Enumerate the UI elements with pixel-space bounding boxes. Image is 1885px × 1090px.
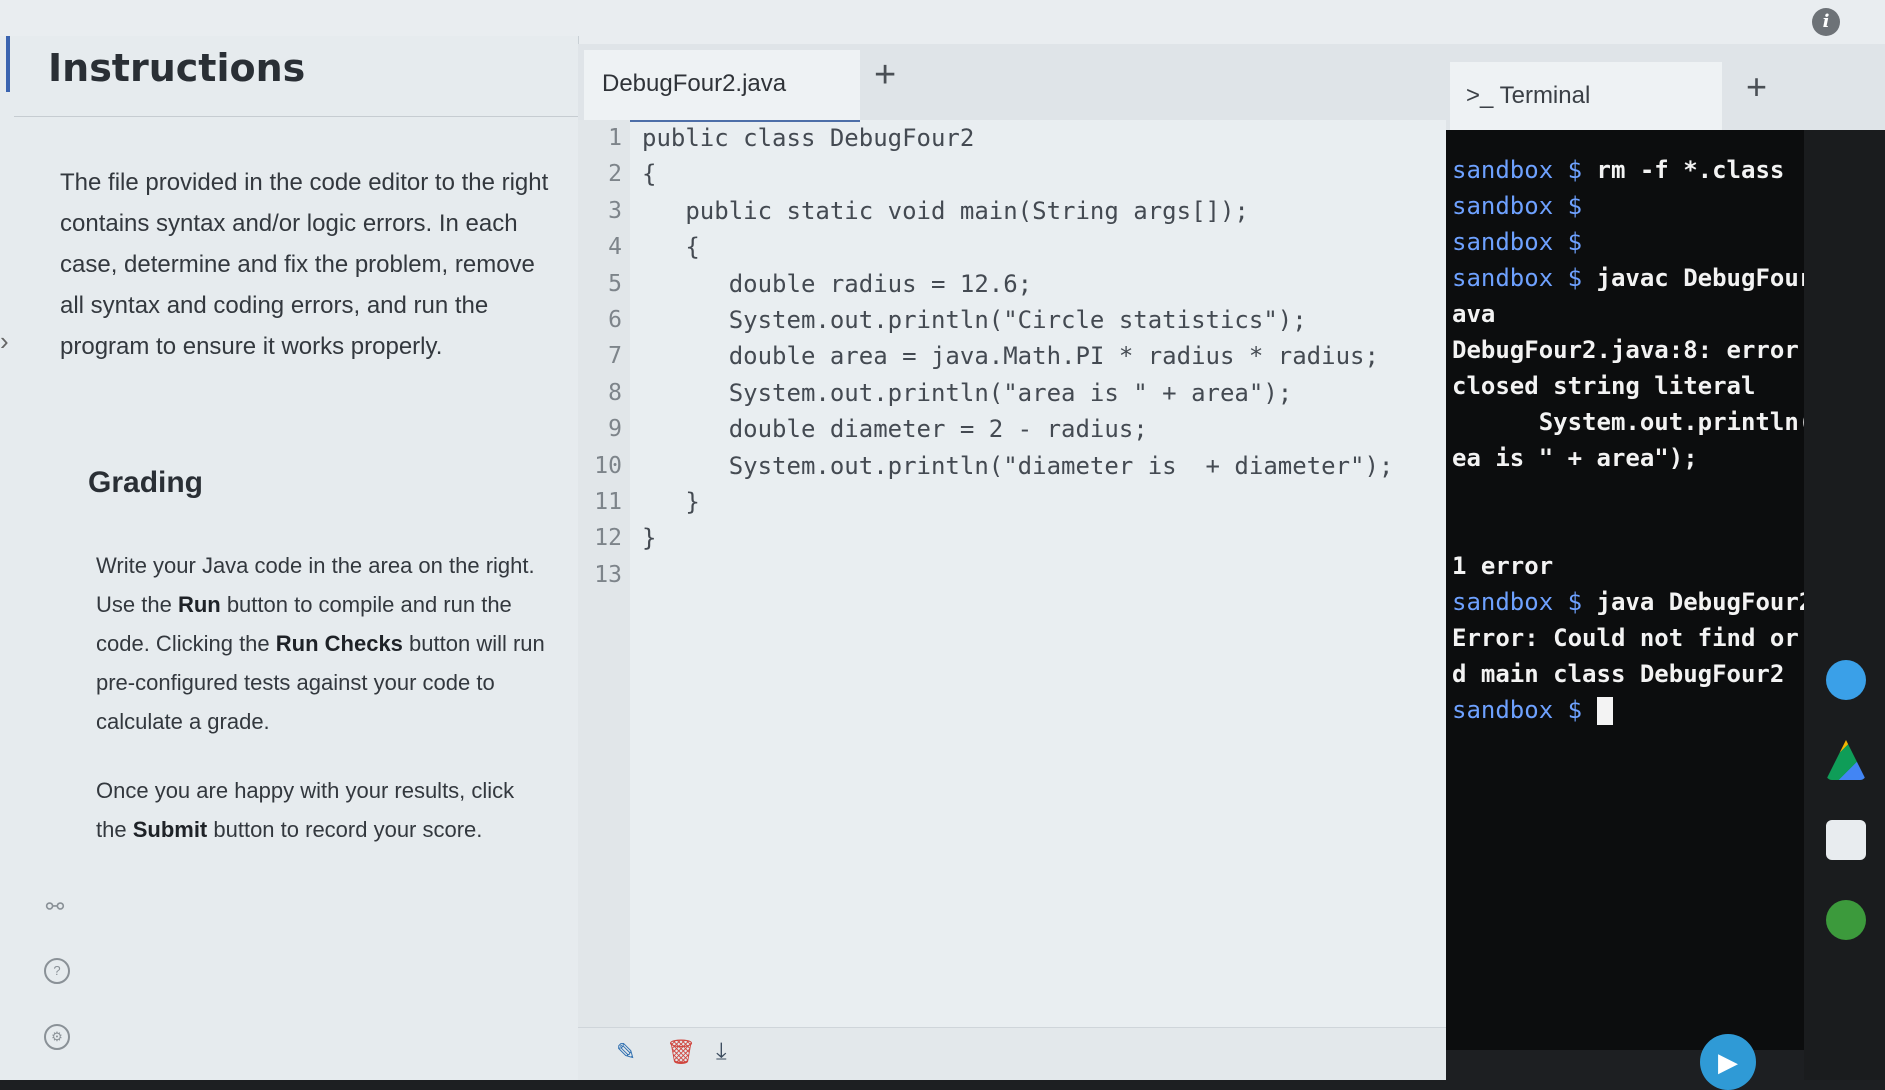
terminal-line: sandbox $ <box>1452 228 1583 256</box>
instructions-paragraph: The file provided in the code editor to … <box>60 169 549 360</box>
tab-debugfour2-java[interactable]: DebugFour2.java <box>584 50 860 122</box>
terminal-line: sandbox $ <box>1452 192 1583 220</box>
tab-label: DebugFour2.java <box>602 70 787 97</box>
play-icon: ▶ <box>1718 1047 1738 1077</box>
line-number: 10 <box>594 452 622 479</box>
line-number: 8 <box>608 379 622 406</box>
code-line[interactable]: { <box>630 156 1440 192</box>
line-number: 12 <box>594 525 622 552</box>
panel-accent-bar <box>6 36 10 92</box>
code-line[interactable]: { <box>630 229 1440 265</box>
code-line[interactable]: } <box>630 520 1440 556</box>
share-icon[interactable]: ⚯ <box>44 896 66 918</box>
line-number: 4 <box>608 234 622 261</box>
terminal-line: sandbox $ <box>1452 692 1792 728</box>
code-line[interactable]: System.out.println("area is " + area"); <box>630 375 1440 411</box>
terminal[interactable]: sandbox $ rm -f *.class sandbox $ sandbo… <box>1446 130 1857 1050</box>
terminal-line: Error: Could not find or loa <box>1452 624 1857 652</box>
terminal-line: ava <box>1452 300 1496 328</box>
code-line[interactable]: System.out.println("Circle statistics"); <box>630 302 1440 338</box>
line-number: 5 <box>608 270 622 297</box>
terminal-line: ^ <box>1452 516 1828 544</box>
cloud-icon[interactable] <box>1826 660 1866 700</box>
terminal-cursor <box>1596 697 1613 725</box>
line-number: 2 <box>608 161 622 188</box>
divider <box>14 116 578 117</box>
grading-body: Write your Java code in the area on the … <box>96 546 546 879</box>
code-line[interactable] <box>630 557 1440 593</box>
terminal-line: DebugFour2.java:8: error: un <box>1452 336 1857 364</box>
line-number: 13 <box>594 561 622 588</box>
terminal-line: 1 error <box>1452 552 1554 580</box>
grading-title: Grading <box>88 466 204 499</box>
code-line[interactable]: double diameter = 2 - radius; <box>630 411 1440 447</box>
code-line[interactable]: public static void main(String args[]); <box>630 193 1440 229</box>
line-number: 9 <box>608 416 622 443</box>
terminal-line: sandbox $ javac DebugFour2.j <box>1452 264 1857 292</box>
document-icon[interactable] <box>1826 820 1866 860</box>
run-button[interactable]: ▶ <box>1700 1034 1756 1090</box>
grading-paragraph-2: Once you are happy with your results, cl… <box>96 778 515 842</box>
code-line[interactable]: double radius = 12.6; <box>630 266 1440 302</box>
code-area[interactable]: public class DebugFour2 { public static … <box>630 120 1440 593</box>
terminal-line: System.out.println("ar <box>1452 408 1857 436</box>
code-line[interactable]: } <box>630 484 1440 520</box>
terminal-line: d main class DebugFour2 <box>1452 660 1785 688</box>
line-number: 1 <box>608 125 622 151</box>
line-number-gutter: 1 2 3 4 5 6 7 8 9 10 11 12 13 <box>578 120 630 1040</box>
instructions-title: Instructions <box>48 46 306 90</box>
drive-icon[interactable] <box>1826 740 1866 780</box>
line-number: 11 <box>594 488 622 515</box>
terminal-line: ea is " + area"); <box>1452 444 1698 472</box>
editor-tab-bar: DebugFour2.java + <box>578 44 1446 122</box>
trash-icon[interactable]: 🗑 <box>666 1038 696 1067</box>
code-editor: DebugFour2.java + 1 2 3 4 5 6 7 8 9 10 1… <box>578 44 1446 1080</box>
side-toolbar: ⚯ ? ⚙ <box>44 896 80 1090</box>
download-icon[interactable]: ⤓ <box>716 1038 727 1066</box>
terminal-line: sandbox $ rm -f *.class <box>1452 156 1785 184</box>
avatar[interactable] <box>1826 900 1866 940</box>
line-number: 3 <box>608 197 622 224</box>
terminal-tab-label: >_ Terminal <box>1466 82 1591 109</box>
grading-paragraph-1: Write your Java code in the area on the … <box>96 553 545 734</box>
code-line[interactable]: System.out.println("diameter is + diamet… <box>630 448 1440 484</box>
chevron-right-icon[interactable]: › <box>0 326 9 357</box>
editor-toolbar: ✎ 🗑 ⤓ <box>578 1027 1446 1080</box>
terminal-output: sandbox $ rm -f *.class sandbox $ sandbo… <box>1452 152 1857 728</box>
add-tab-button[interactable]: + <box>874 54 896 97</box>
line-number: 7 <box>608 343 622 370</box>
line-number: 6 <box>608 306 622 333</box>
code-line[interactable]: double area = java.Math.PI * radius * ra… <box>630 338 1440 374</box>
help-icon[interactable]: ? <box>44 958 70 984</box>
instructions-body: The file provided in the code editor to … <box>60 162 550 367</box>
desktop-edge-strip <box>1804 130 1885 1080</box>
code-line[interactable]: public class DebugFour2 <box>630 120 1440 156</box>
settings-icon[interactable]: ⚙ <box>44 1024 70 1050</box>
pencil-icon[interactable]: ✎ <box>616 1038 636 1067</box>
info-icon[interactable]: i <box>1812 8 1840 36</box>
tab-terminal[interactable]: >_ Terminal <box>1450 62 1722 130</box>
terminal-line: sandbox $ java DebugFour2 <box>1452 588 1814 616</box>
terminal-line: closed string literal <box>1452 372 1756 400</box>
instructions-panel: Instructions › The file provided in the … <box>0 36 579 1080</box>
terminal-tab-bar: >_ Terminal + <box>1446 44 1885 130</box>
add-terminal-button[interactable]: + <box>1746 66 1767 108</box>
